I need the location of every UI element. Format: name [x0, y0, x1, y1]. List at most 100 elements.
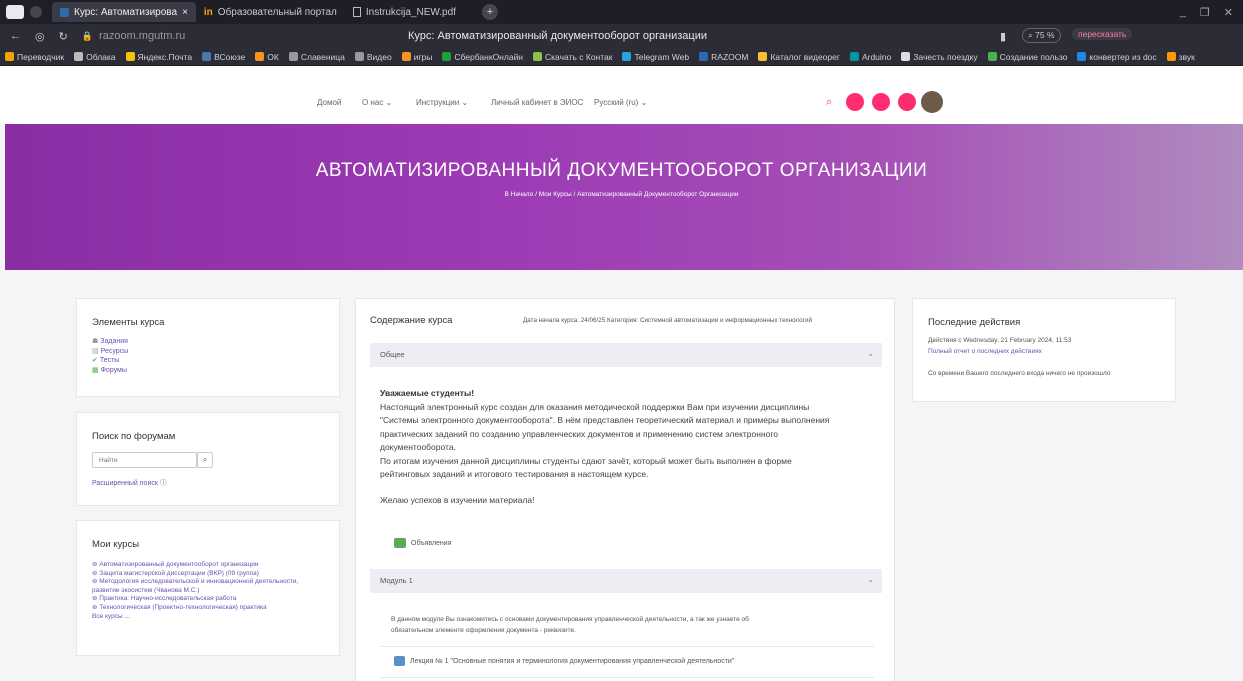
- bookmark-item[interactable]: Скачать с Контак: [528, 52, 617, 62]
- course-link[interactable]: ⊜ Технологическая (Проектно-технологичес…: [92, 604, 317, 613]
- settings-icon[interactable]: [898, 93, 916, 111]
- bookmark-item[interactable]: СбербанкОнлайн: [437, 52, 528, 62]
- address-bar: ← ◎ ↻ 🔒 razoom.mgutm.ru Курс: Автоматизи…: [0, 24, 1243, 48]
- bookmark-item[interactable]: Славеница: [284, 52, 350, 62]
- messages-icon[interactable]: [872, 93, 890, 111]
- bookmark-icon[interactable]: ▮: [1000, 30, 1006, 43]
- search-icon[interactable]: ⌕: [826, 96, 832, 109]
- bookmark-item[interactable]: игры: [397, 52, 438, 62]
- bookmark-item[interactable]: Telegram Web: [617, 52, 694, 62]
- bookmark-icon: [987, 52, 997, 61]
- bookmark-item[interactable]: Яндекс.Почта: [121, 52, 198, 62]
- bookmark-item[interactable]: RAZOOM: [694, 52, 753, 62]
- help-icon[interactable]: ⓘ: [160, 480, 167, 487]
- section-general[interactable]: Общее ⌄: [370, 343, 882, 367]
- bookmark-item[interactable]: ВСоюзе: [197, 52, 250, 62]
- all-courses-link[interactable]: Все курсы ...: [92, 613, 317, 622]
- shield-icon[interactable]: ◎: [35, 30, 45, 43]
- course-link[interactable]: ⊜ Методология исследовательской и иннова…: [92, 578, 317, 595]
- browser-menu-button[interactable]: [6, 5, 24, 19]
- nav-instructions[interactable]: Инструкции ⌄: [416, 98, 468, 107]
- bookmark-item[interactable]: Видео: [350, 52, 397, 62]
- page-title-display: Курс: Автоматизированный документооборот…: [408, 30, 707, 42]
- tab-pdf[interactable]: Instrukcija_NEW.pdf: [345, 2, 464, 22]
- forum-icon: [394, 538, 406, 548]
- chevron-down-icon[interactable]: ⌄: [867, 575, 874, 584]
- full-report-link[interactable]: Полный отчет о последних действиях: [928, 348, 1042, 355]
- my-courses-block: Мои курсы ⊜ Автоматизированный документо…: [76, 520, 340, 656]
- restore-icon[interactable]: ❐: [1200, 6, 1210, 19]
- bookmark-label: Видео: [366, 51, 392, 62]
- bookmark-item[interactable]: Каталог видеорег: [753, 52, 845, 62]
- site-header: [0, 66, 1243, 124]
- nav-about[interactable]: О нас ⌄: [362, 98, 392, 107]
- list-item[interactable]: ☗ Задания: [92, 337, 128, 347]
- tab-course[interactable]: Курс: Автоматизирова ×: [52, 2, 196, 22]
- bookmark-item[interactable]: Переводчик: [0, 52, 69, 62]
- intro-text: Уважаемые студенты! Настоящий электронны…: [380, 387, 890, 507]
- forum-search-block: Поиск по форумам ⌕ Расширенный поиск ⓘ: [76, 412, 340, 506]
- course-elements-block: Элементы курса ☗ Задания ▤ Ресурсы ✔ Тес…: [76, 298, 340, 397]
- announcements-link[interactable]: Объявления: [394, 538, 452, 548]
- lecture-link[interactable]: Лекция № 1 "Основные понятия и терминоло…: [394, 656, 734, 666]
- zoom-value: 75 %: [1035, 30, 1055, 40]
- notifications-icon[interactable]: [846, 93, 864, 111]
- course-link-label: Технологическая (Проектно-технологическа…: [99, 603, 267, 611]
- bookmark-item[interactable]: Облака: [69, 52, 120, 62]
- course-link-label: Защита магистерской диссертации (ВКР) (0…: [99, 569, 259, 577]
- advanced-search-link[interactable]: Расширенный поиск ⓘ: [92, 478, 167, 488]
- tab-course-label: Курс: Автоматизирова: [74, 6, 178, 18]
- nav-language[interactable]: Русский (ru) ⌄: [594, 98, 647, 107]
- bookmark-item[interactable]: Arduino: [845, 52, 896, 62]
- course-link-label: Практика: Научно-исследовательская работ…: [99, 595, 237, 603]
- tab-pdf-label: Instrukcija_NEW.pdf: [365, 6, 456, 18]
- bookmark-icon: [699, 52, 709, 61]
- nav-instructions-label: Инструкции: [416, 98, 460, 107]
- bookmark-label: RAZOOM: [711, 51, 749, 62]
- bookmark-item[interactable]: Создание пользо: [983, 52, 1073, 62]
- close-window-icon[interactable]: ✕: [1224, 6, 1233, 19]
- url-field[interactable]: razoom.mgutm.ru: [99, 30, 185, 42]
- course-link[interactable]: ⊜ Автоматизированный документооборот орг…: [92, 561, 317, 570]
- zoom-badge[interactable]: ⌕ 75 %: [1022, 28, 1061, 43]
- bookmark-label: Скачать с Контак: [545, 51, 613, 62]
- bookmark-label: Telegram Web: [634, 51, 690, 62]
- paragraph-line: "Системы электронного документооборота".…: [380, 415, 830, 425]
- bookmark-icon: [533, 52, 543, 61]
- nav-home[interactable]: Домой: [317, 98, 341, 107]
- minimize-icon[interactable]: _: [1180, 6, 1186, 19]
- list-item[interactable]: ✔ Тесты: [92, 356, 128, 366]
- bookmark-item[interactable]: ОК: [250, 52, 284, 62]
- tab-list-icon[interactable]: [30, 6, 42, 18]
- bookmark-item[interactable]: конвертер из doc: [1072, 52, 1161, 62]
- bookmark-label: Яндекс.Почта: [137, 51, 193, 62]
- nav-cabinet[interactable]: Личный кабинет в ЭИОС: [491, 98, 583, 107]
- avatar[interactable]: [921, 91, 943, 113]
- retell-button[interactable]: пересказать: [1072, 28, 1133, 40]
- bookmark-item[interactable]: Зачесть поездку: [896, 52, 982, 62]
- bookmark-icon: [202, 52, 212, 61]
- search-button[interactable]: ⌕: [197, 452, 213, 468]
- bookmark-item[interactable]: звук: [1162, 52, 1200, 62]
- list-item[interactable]: ▦ Форумы: [92, 366, 128, 376]
- recent-since: Действия с Wednesday, 21 February 2024, …: [928, 337, 1072, 344]
- new-tab-button[interactable]: +: [481, 4, 498, 20]
- bookmark-label: Каталог видеорег: [770, 51, 840, 62]
- course-link[interactable]: ⊜ Защита магистерской диссертации (ВКР) …: [92, 570, 317, 579]
- course-icon: ⊜: [92, 561, 98, 568]
- tab-portal[interactable]: in Образовательный портал: [196, 2, 345, 22]
- section-module-1[interactable]: Модуль 1 ⌄: [370, 569, 882, 593]
- forum-search-input[interactable]: [92, 452, 197, 468]
- bookmark-icon: [288, 52, 298, 61]
- bookmark-label: звук: [1178, 51, 1195, 62]
- assignment-icon: ☗: [92, 338, 99, 345]
- lecture-label: Лекция № 1 "Основные понятия и терминоло…: [410, 657, 735, 665]
- close-icon[interactable]: ×: [182, 7, 188, 18]
- section-general-label: Общее: [380, 350, 405, 359]
- list-item[interactable]: ▤ Ресурсы: [92, 347, 128, 357]
- bookmark-label: СбербанкОнлайн: [454, 51, 524, 62]
- back-icon[interactable]: ←: [10, 30, 21, 42]
- reload-icon[interactable]: ↻: [59, 30, 68, 43]
- course-link[interactable]: ⊜ Практика: Научно-исследовательская раб…: [92, 595, 317, 604]
- chevron-down-icon[interactable]: ⌄: [867, 349, 874, 358]
